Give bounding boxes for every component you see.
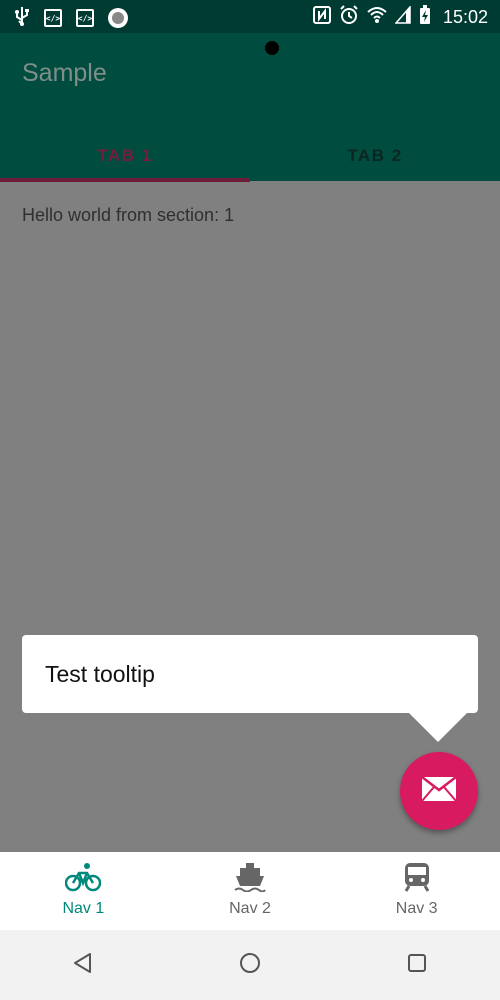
tab-1[interactable]: TAB 1 xyxy=(0,131,250,181)
usb-icon xyxy=(14,6,30,30)
nfc-icon xyxy=(312,6,331,28)
mail-icon xyxy=(421,776,457,806)
nav-label-1: Nav 1 xyxy=(62,900,105,917)
tooltip-text: Test tooltip xyxy=(45,661,155,687)
nav-item-2[interactable]: Nav 2 xyxy=(167,852,334,930)
app-bar: Sample TAB 1 TAB 2 xyxy=(0,33,500,182)
home-circle-icon xyxy=(239,952,261,978)
status-time: 15:02 xyxy=(442,6,488,27)
back-triangle-icon xyxy=(72,952,94,978)
tooltip-arrow xyxy=(408,712,468,742)
back-button[interactable] xyxy=(63,945,103,985)
code-icon: </> xyxy=(76,9,94,27)
tab-bar: TAB 1 TAB 2 xyxy=(0,131,500,181)
status-bar: </> </> 15:02 xyxy=(0,0,500,33)
nav-label-2: Nav 2 xyxy=(229,900,271,917)
home-button[interactable] xyxy=(230,945,270,985)
tooltip[interactable]: Test tooltip xyxy=(22,635,478,713)
boat-icon xyxy=(234,862,266,896)
alarm-icon xyxy=(339,5,359,29)
system-navigation-bar xyxy=(0,930,500,1000)
camera-cutout xyxy=(265,41,279,55)
tab-2[interactable]: TAB 2 xyxy=(250,131,500,181)
recents-button[interactable] xyxy=(397,945,437,985)
signal-icon xyxy=(394,5,411,28)
nav-label-3: Nav 3 xyxy=(395,900,438,917)
nav-item-1[interactable]: Nav 1 xyxy=(0,852,167,930)
bottom-navigation: Nav 1 Nav 2 Nav 3 xyxy=(0,852,500,930)
section-text: Hello world from section: 1 xyxy=(22,205,235,225)
wifi-icon xyxy=(367,6,387,28)
mail-fab-button[interactable] xyxy=(400,752,478,830)
app-title: Sample xyxy=(22,59,107,87)
bike-icon xyxy=(65,862,102,896)
tab-indicator xyxy=(0,178,250,182)
sync-icon xyxy=(108,8,128,28)
battery-charging-icon xyxy=(419,5,431,29)
nav-item-3[interactable]: Nav 3 xyxy=(333,852,500,930)
code-icon: </> xyxy=(44,9,62,27)
recents-square-icon xyxy=(406,952,428,978)
train-icon xyxy=(403,862,431,896)
